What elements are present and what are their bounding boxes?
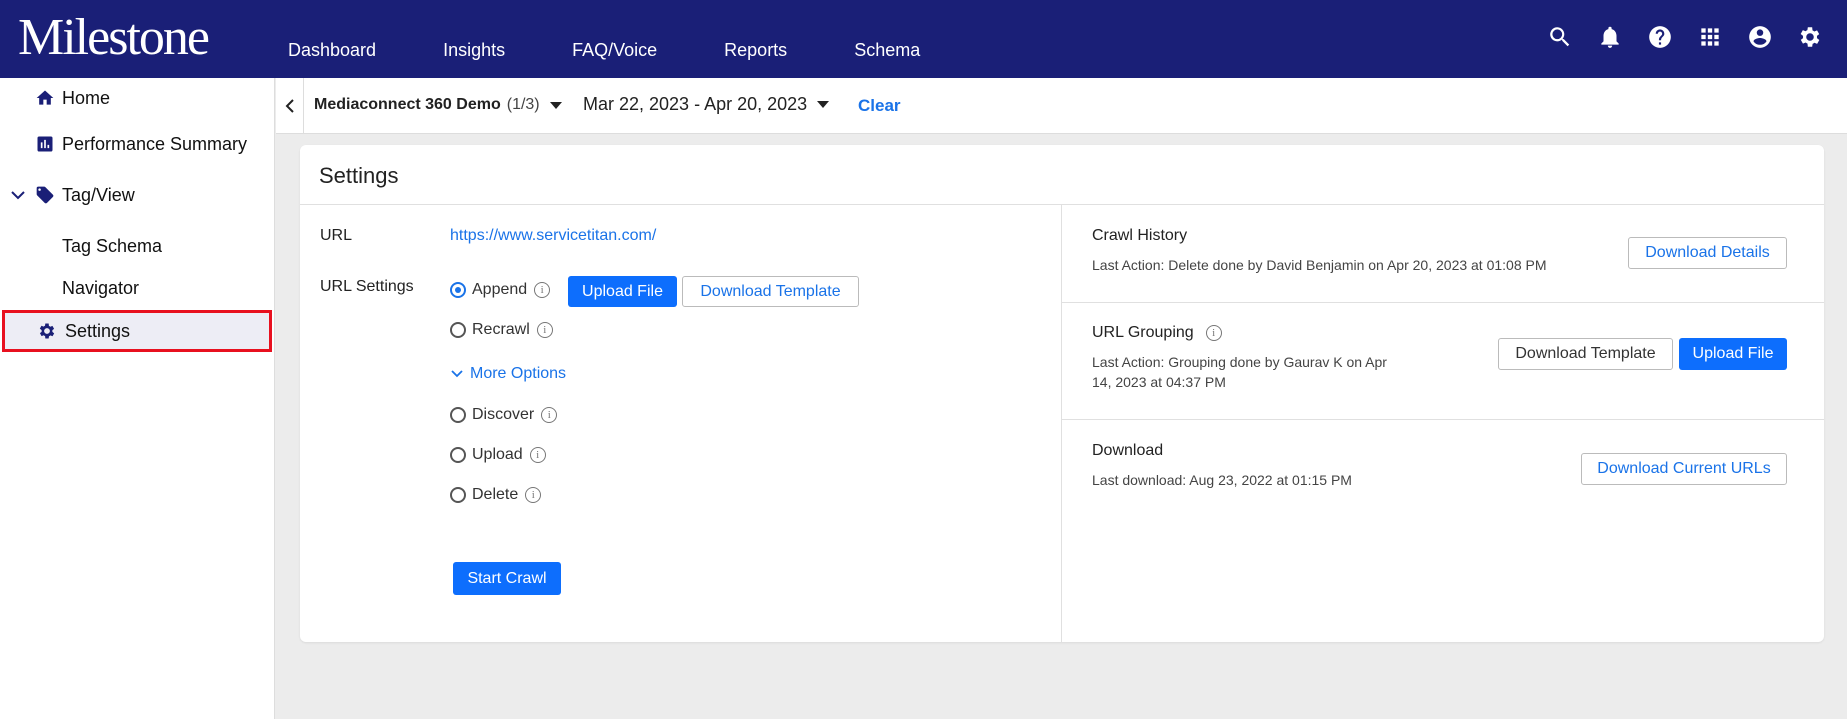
caret-down-icon	[817, 101, 830, 108]
divider	[1062, 419, 1824, 420]
sidebar-item-label: Performance Summary	[62, 133, 248, 154]
info-icon[interactable]: i	[536, 322, 553, 338]
divider	[1061, 204, 1062, 642]
radio-label: Delete	[472, 486, 519, 503]
info-icon[interactable]: i	[525, 487, 542, 503]
radio-upload[interactable]: Upload i	[450, 446, 546, 464]
download-subtitle: Last download: Aug 23, 2022 at 01:15 PM	[1092, 472, 1352, 488]
nav-insights[interactable]: Insights	[443, 40, 505, 61]
radio-button[interactable]	[450, 322, 466, 338]
sidebar-item-navigator[interactable]: Navigator	[0, 268, 275, 308]
sidebar-item-tag-schema[interactable]: Tag Schema	[0, 226, 275, 266]
settings-card: Settings URL https://www.servicetitan.co…	[300, 145, 1824, 642]
nav-schema[interactable]: Schema	[854, 40, 920, 61]
download-template-button[interactable]: Download Template	[682, 276, 859, 307]
apps-grid-icon[interactable]	[1697, 24, 1723, 50]
date-range-selector[interactable]: Mar 22, 2023 - Apr 20, 2023	[583, 94, 830, 115]
info-icon[interactable]: i	[541, 407, 558, 423]
url-grouping-subtitle-line2: 14, 2023 at 04:37 PM	[1092, 374, 1226, 390]
radio-button[interactable]	[450, 487, 466, 503]
download-template-button[interactable]: Download Template	[1498, 338, 1673, 370]
filter-bar: Mediaconnect 360 Demo (1/3) Mar 22, 2023…	[276, 78, 1847, 134]
home-icon	[35, 88, 55, 108]
sidebar-item-label: Settings	[65, 320, 131, 341]
radio-label: Append	[472, 281, 528, 298]
divider	[300, 204, 1824, 205]
radio-append[interactable]: Append i	[450, 281, 551, 299]
nav-reports[interactable]: Reports	[724, 40, 787, 61]
sidebar-item-label: Tag/View	[62, 184, 135, 205]
url-grouping-subtitle-line1: Last Action: Grouping done by Gaurav K o…	[1092, 354, 1387, 370]
url-settings-label: URL Settings	[320, 278, 414, 295]
crawl-history-title: Crawl History	[1092, 227, 1188, 244]
info-icon[interactable]: i	[1205, 325, 1222, 341]
chevron-down-icon	[451, 370, 463, 378]
bar-chart-icon	[35, 134, 55, 154]
url-label: URL	[320, 227, 353, 244]
page-title: Settings	[319, 163, 399, 188]
gear-icon[interactable]	[1797, 24, 1823, 50]
download-title: Download	[1092, 442, 1164, 459]
top-navbar: Milestone Dashboard Insights FAQ/Voice R…	[0, 0, 1847, 78]
url-grouping-header: URL Grouping i	[1092, 324, 1222, 342]
collapse-sidebar-button[interactable]	[276, 78, 304, 134]
sidebar: Home Performance Summary Tag/View Tag Sc…	[0, 78, 275, 719]
radio-label: Upload	[472, 446, 523, 463]
radio-recrawl[interactable]: Recrawl i	[450, 321, 553, 339]
bell-icon[interactable]	[1597, 24, 1623, 50]
sidebar-item-label: Home	[62, 87, 111, 108]
radio-button[interactable]	[450, 282, 466, 298]
account-circle-icon[interactable]	[1747, 24, 1773, 50]
sidebar-item-settings[interactable]: Settings	[2, 310, 272, 352]
info-icon[interactable]: i	[529, 447, 546, 463]
radio-button[interactable]	[450, 407, 466, 423]
more-options-toggle[interactable]: More Options	[450, 365, 566, 383]
download-details-button[interactable]: Download Details	[1628, 237, 1787, 269]
radio-delete[interactable]: Delete i	[450, 486, 542, 504]
sidebar-item-label: Tag Schema	[62, 235, 163, 256]
radio-button[interactable]	[450, 447, 466, 463]
search-icon[interactable]	[1547, 24, 1573, 50]
main-nav: Dashboard Insights FAQ/Voice Reports Sch…	[288, 40, 987, 61]
divider	[1062, 302, 1824, 303]
chevron-down-icon[interactable]	[10, 187, 26, 203]
crawl-history-subtitle: Last Action: Delete done by David Benjam…	[1092, 257, 1547, 273]
tag-icon	[35, 185, 55, 205]
sidebar-item-label: Navigator	[62, 277, 140, 298]
info-icon[interactable]: i	[534, 282, 551, 298]
upload-file-button[interactable]: Upload File	[1679, 338, 1787, 370]
radio-label: Recrawl	[472, 321, 530, 338]
account-selector[interactable]: Mediaconnect 360 Demo (1/3)	[314, 96, 562, 114]
start-crawl-button[interactable]: Start Crawl	[453, 562, 561, 595]
top-icon-bar	[1547, 24, 1823, 50]
radio-discover[interactable]: Discover i	[450, 406, 558, 424]
clear-filters-link[interactable]: Clear	[858, 96, 901, 116]
help-icon[interactable]	[1647, 24, 1673, 50]
sidebar-item-performance-summary[interactable]: Performance Summary	[0, 124, 275, 164]
sidebar-item-home[interactable]: Home	[0, 78, 275, 118]
more-options-label: More Options	[470, 365, 567, 382]
sidebar-item-tag-view[interactable]: Tag/View	[0, 175, 275, 215]
account-count: (1/3)	[506, 96, 540, 113]
chevron-left-icon	[285, 99, 294, 113]
nav-dashboard[interactable]: Dashboard	[288, 40, 376, 61]
milestone-logo[interactable]: Milestone	[18, 6, 210, 70]
nav-faq-voice[interactable]: FAQ/Voice	[572, 40, 657, 61]
download-current-urls-button[interactable]: Download Current URLs	[1581, 453, 1787, 485]
url-grouping-title: URL Grouping	[1092, 324, 1194, 341]
radio-label: Discover	[472, 406, 535, 423]
url-link[interactable]: https://www.servicetitan.com/	[450, 227, 656, 245]
account-name: Mediaconnect 360 Demo	[314, 96, 501, 113]
date-range-value: Mar 22, 2023 - Apr 20, 2023	[583, 94, 808, 114]
gear-icon	[37, 321, 57, 341]
upload-file-button[interactable]: Upload File	[568, 276, 677, 307]
caret-down-icon	[549, 101, 562, 109]
